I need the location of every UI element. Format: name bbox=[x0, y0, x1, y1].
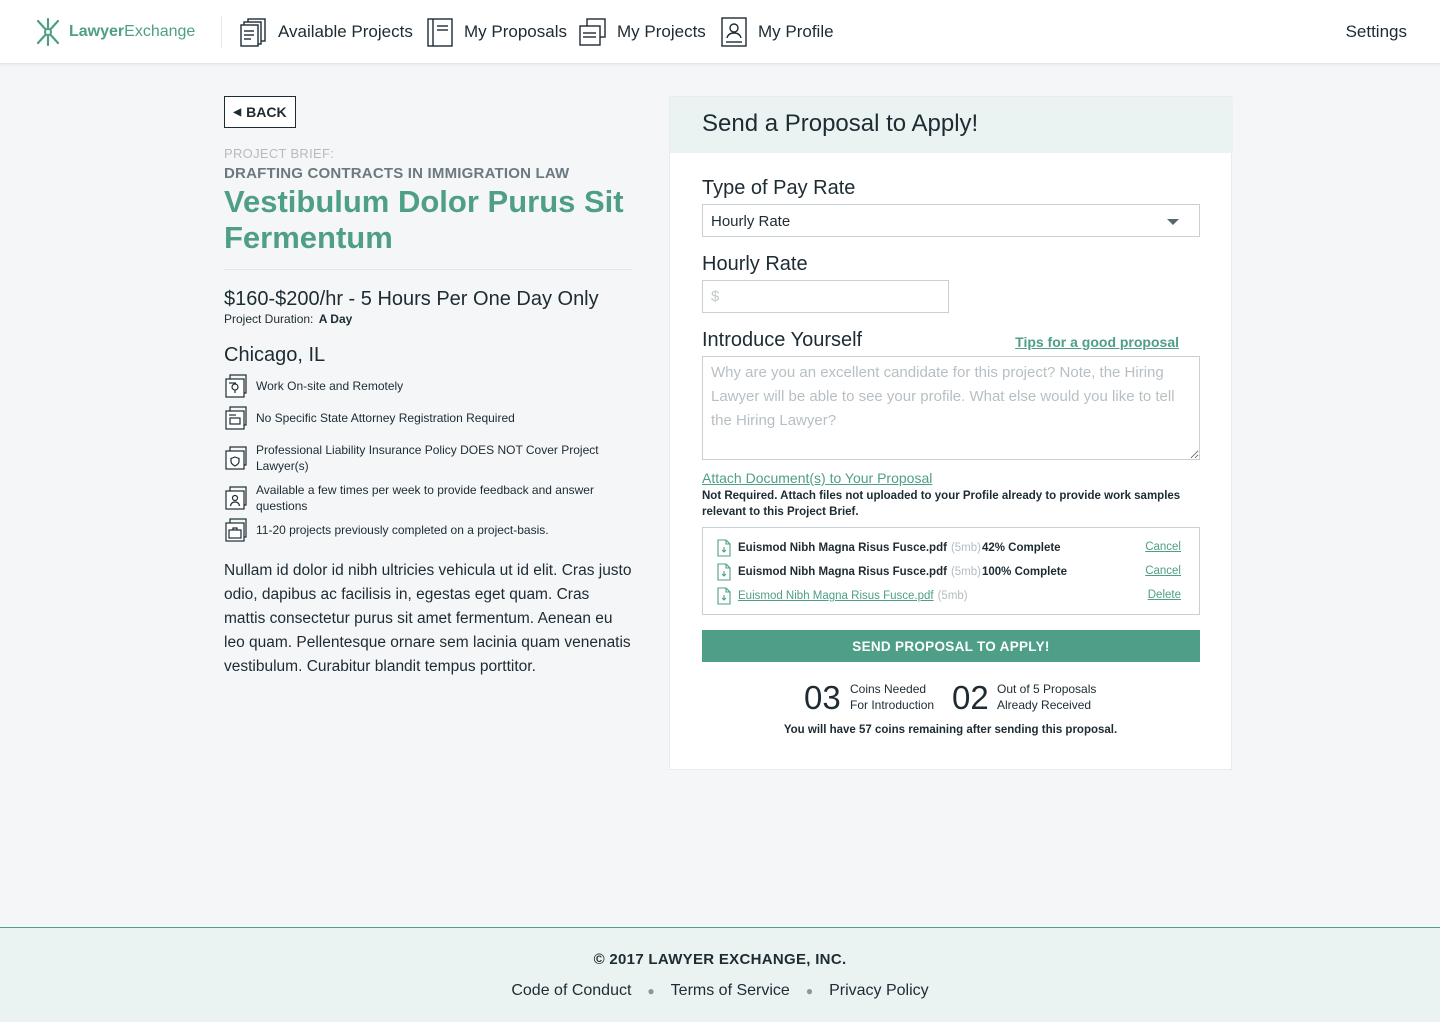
separator-dot: ● bbox=[647, 984, 655, 998]
pay-rate: $160-$200/hr - 5 Hours Per One Day Only bbox=[224, 288, 599, 310]
introduce-textarea[interactable] bbox=[702, 356, 1200, 460]
proposal-panel: Send a Proposal to Apply! Type of Pay Ra… bbox=[669, 96, 1233, 770]
brief-category: DRAFTING CONTRACTS IN IMMIGRATION LAW bbox=[224, 165, 570, 182]
profile-card-icon bbox=[721, 17, 747, 47]
file-status: 100% Complete bbox=[981, 566, 1067, 578]
file-status: 42% Complete bbox=[981, 542, 1061, 554]
logo-icon bbox=[36, 17, 60, 47]
feature-text: Work On-site and Remotely bbox=[256, 379, 404, 393]
coins-needed-count: 03 bbox=[804, 679, 841, 716]
panel-header: Send a Proposal to Apply! bbox=[670, 97, 1233, 153]
tips-link[interactable]: Tips for a good proposal bbox=[1015, 334, 1179, 350]
privacy-policy-link[interactable]: Privacy Policy bbox=[829, 982, 929, 1000]
top-nav: LawyerExchange Available Projects My Pro… bbox=[0, 0, 1440, 64]
feature-item: Professional Liability Insurance Policy … bbox=[224, 442, 624, 474]
attach-note: Not Required. Attach files not uploaded … bbox=[702, 490, 1181, 518]
settings-link[interactable]: Settings bbox=[1346, 22, 1407, 42]
send-proposal-button[interactable]: SEND PROPOSAL TO APPLY! bbox=[702, 630, 1200, 662]
logo[interactable]: LawyerExchange bbox=[34, 16, 195, 48]
pdf-file-icon bbox=[717, 539, 731, 557]
duration-label: Project Duration: bbox=[224, 312, 314, 326]
file-row: Euismod Nibh Magna Risus Fusce.pdf (5mb)… bbox=[715, 562, 1191, 582]
location-document-icon bbox=[225, 374, 247, 398]
nav-my-proposals[interactable]: My Proposals bbox=[426, 16, 567, 48]
file-size: (5mb) bbox=[950, 542, 981, 554]
file-name: Euismod Nibh Magna Risus Fusce.pdf bbox=[738, 566, 947, 578]
location: Chicago, IL bbox=[224, 344, 326, 366]
person-document-icon bbox=[225, 486, 247, 510]
footer: © 2017 LAWYER EXCHANGE, INC. Code of Con… bbox=[0, 927, 1440, 1022]
nav-label: My Proposals bbox=[464, 22, 567, 41]
pay-type-value: Hourly Rate bbox=[711, 213, 791, 230]
attach-documents-link[interactable]: Attach Document(s) to Your Proposal bbox=[702, 470, 932, 486]
pdf-file-icon bbox=[717, 563, 731, 581]
back-label: BACK bbox=[246, 104, 287, 120]
file-name: Euismod Nibh Magna Risus Fusce.pdf bbox=[738, 542, 947, 554]
file-cancel-link[interactable]: Cancel bbox=[1145, 541, 1181, 553]
attached-files-list: Euismod Nibh Magna Risus Fusce.pdf (5mb)… bbox=[702, 527, 1200, 615]
coins-label-line: Coins Needed bbox=[850, 682, 927, 696]
divider bbox=[224, 269, 632, 270]
feature-item: No Specific State Attorney Registration … bbox=[224, 406, 624, 430]
feature-item: Work On-site and Remotely bbox=[224, 374, 624, 398]
proposals-label-line: Already Received bbox=[997, 698, 1092, 712]
file-row: Euismod Nibh Magna Risus Fusce.pdf (5mb)… bbox=[715, 538, 1191, 558]
panel-title: Send a Proposal to Apply! bbox=[702, 110, 979, 137]
notebook-icon bbox=[427, 18, 453, 47]
separator-dot: ● bbox=[805, 984, 814, 998]
file-delete-link[interactable]: Delete bbox=[1148, 589, 1181, 601]
registration-document-icon bbox=[225, 406, 247, 430]
code-of-conduct-link[interactable]: Code of Conduct bbox=[511, 982, 631, 1000]
shield-document-icon bbox=[225, 446, 247, 470]
nav-label: My Profile bbox=[758, 22, 834, 41]
caret-left-icon: ◀ bbox=[233, 106, 242, 118]
coins-needed-label: Coins Needed For Introduction bbox=[850, 681, 934, 713]
file-size: (5mb) bbox=[950, 566, 981, 578]
coins-label-line: For Introduction bbox=[850, 698, 935, 712]
proposals-received-count: 02 bbox=[952, 679, 989, 716]
brief-title: Vestibulum Dolor Purus Sit Fermentum bbox=[224, 184, 624, 255]
feature-text: No Specific State Attorney Registration … bbox=[256, 411, 515, 425]
pay-type-select[interactable]: Hourly Rate bbox=[702, 204, 1200, 237]
nav-label: My Projects bbox=[617, 22, 706, 41]
folder-documents-icon bbox=[579, 18, 606, 46]
hourly-rate-label: Hourly Rate bbox=[702, 253, 808, 275]
copyright: © 2017 LAWYER EXCHANGE, INC. bbox=[593, 951, 847, 968]
briefcase-document-icon bbox=[225, 518, 247, 542]
file-cancel-link[interactable]: Cancel bbox=[1145, 565, 1181, 577]
footer-links: Code of Conduct ● Terms of Service ● Pri… bbox=[0, 982, 1440, 1000]
nav-label: Available Projects bbox=[278, 22, 413, 41]
brief-label: PROJECT BRIEF: bbox=[224, 146, 335, 161]
feature-text: Available a few times per week to provid… bbox=[256, 483, 594, 513]
proposals-received-label: Out of 5 Proposals Already Received bbox=[997, 681, 1096, 713]
documents-stack-icon bbox=[240, 18, 266, 47]
nav-my-projects[interactable]: My Projects bbox=[579, 16, 706, 48]
hourly-rate-input[interactable] bbox=[702, 280, 949, 313]
coins-remaining-note: You will have 57 coins remaining after s… bbox=[783, 724, 1118, 736]
feature-item: Available a few times per week to provid… bbox=[224, 482, 624, 514]
feature-text: 11-20 projects previously completed on a… bbox=[256, 523, 549, 537]
file-name-link[interactable]: Euismod Nibh Magna Risus Fusce.pdf bbox=[738, 590, 934, 602]
terms-of-service-link[interactable]: Terms of Service bbox=[671, 982, 790, 1000]
introduce-label: Introduce Yourself bbox=[702, 329, 863, 351]
feature-text: Professional Liability Insurance Policy … bbox=[256, 443, 599, 473]
duration-value: A Day bbox=[318, 312, 353, 326]
chevron-down-icon bbox=[1167, 219, 1179, 225]
project-duration: Project Duration: A Day bbox=[224, 312, 352, 326]
project-description: Nullam id dolor id nibh ultricies vehicu… bbox=[224, 562, 632, 675]
back-button[interactable]: ◀ BACK bbox=[224, 96, 296, 128]
file-size: (5mb) bbox=[937, 590, 968, 602]
file-row: Euismod Nibh Magna Risus Fusce.pdf (5mb)… bbox=[715, 586, 1191, 606]
nav-divider bbox=[221, 16, 222, 48]
nav-available-projects[interactable]: Available Projects bbox=[240, 16, 413, 48]
nav-my-profile[interactable]: My Profile bbox=[720, 16, 834, 48]
pdf-file-icon bbox=[717, 587, 731, 605]
feature-item: 11-20 projects previously completed on a… bbox=[224, 518, 624, 542]
pay-type-label: Type of Pay Rate bbox=[702, 177, 856, 199]
proposals-label-line: Out of 5 Proposals bbox=[997, 682, 1097, 696]
logo-text: LawyerExchange bbox=[69, 23, 196, 40]
